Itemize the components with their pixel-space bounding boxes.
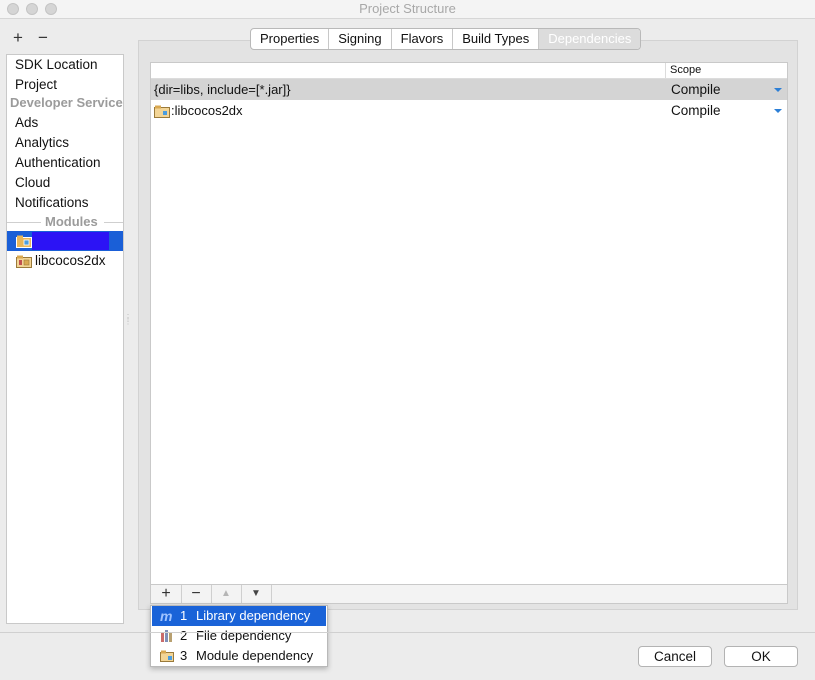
sidebar-item-sdk-location[interactable]: SDK Location <box>15 55 98 75</box>
menu-item-label: Module dependency <box>196 648 314 663</box>
sidebar-item-analytics[interactable]: Analytics <box>15 133 69 153</box>
remove-module-button[interactable]: − <box>38 29 48 46</box>
add-dependency-menu: m 1 Library dependency 2 File dependency… <box>150 605 328 667</box>
library-m-icon: m <box>160 608 173 624</box>
sidebar-item-notifications[interactable]: Notifications <box>15 193 89 213</box>
tab-signing[interactable]: Signing <box>329 29 392 49</box>
tab-properties[interactable]: Properties <box>251 29 330 49</box>
module-folder-icon <box>16 235 32 248</box>
developer-services-header: Developer Services <box>10 95 124 110</box>
divider <box>7 222 41 223</box>
add-module-button[interactable]: + <box>13 29 23 46</box>
menu-item-number: 2 <box>180 628 188 643</box>
dependency-name: {dir=libs, include=[*.jar]} <box>154 82 291 97</box>
cancel-button[interactable]: Cancel <box>638 646 712 667</box>
menu-item-library-dependency[interactable]: m 1 Library dependency <box>152 606 326 626</box>
remove-dependency-button[interactable]: − <box>181 585 212 603</box>
title-bar: Project Structure <box>0 0 815 19</box>
dependency-name: :libcocos2dx <box>171 103 243 118</box>
sidebar-item-project[interactable]: Project <box>15 75 57 95</box>
sidebar-item-ads[interactable]: Ads <box>15 113 38 133</box>
module-folder-icon <box>160 650 174 662</box>
tab-dependencies[interactable]: Dependencies <box>539 29 641 49</box>
sidebar: SDK Location Project Developer Services … <box>6 54 124 624</box>
menu-item-module-dependency[interactable]: 3 Module dependency <box>152 646 326 666</box>
scope-dropdown-icon[interactable] <box>774 109 782 113</box>
tab-flavors[interactable]: Flavors <box>392 29 454 49</box>
scope-value[interactable]: Compile <box>671 79 721 100</box>
modules-header-label: Modules <box>45 214 98 229</box>
module-folder-icon <box>154 105 170 118</box>
menu-item-number: 1 <box>180 608 188 623</box>
scope-column-header[interactable]: Scope <box>665 63 787 78</box>
module-label: libcocos2dx <box>35 253 106 268</box>
dependencies-toolbar: + − ▲ ▼ <box>150 584 788 604</box>
scope-value[interactable]: Compile <box>671 100 721 121</box>
move-down-button[interactable]: ▼ <box>241 585 272 603</box>
add-dependency-button[interactable]: + <box>151 585 182 603</box>
modules-header: Modules <box>7 213 123 231</box>
divider <box>104 222 123 223</box>
window-title: Project Structure <box>359 1 456 16</box>
ok-button[interactable]: OK <box>724 646 798 667</box>
sidebar-item-authentication[interactable]: Authentication <box>15 153 101 173</box>
dependencies-table: Scope {dir=libs, include=[*.jar]} Compil… <box>150 62 788 603</box>
splitter-handle[interactable]: ⋮ ⋮ <box>124 314 132 328</box>
table-row[interactable]: :libcocos2dx Compile <box>151 100 787 121</box>
move-up-button[interactable]: ▲ <box>211 585 242 603</box>
scope-dropdown-icon[interactable] <box>774 88 782 92</box>
sidebar-item-cloud[interactable]: Cloud <box>15 173 50 193</box>
tab-build-types[interactable]: Build Types <box>453 29 540 49</box>
menu-item-label: Library dependency <box>196 608 311 623</box>
menu-item-label: File dependency <box>196 628 292 643</box>
menu-item-file-dependency[interactable]: 2 File dependency <box>152 626 326 646</box>
menu-item-number: 3 <box>180 648 188 663</box>
sidebar-item-module-selected[interactable] <box>7 231 123 251</box>
module-name-redacted <box>32 232 109 250</box>
divider <box>0 632 815 633</box>
module-folder-icon <box>16 255 32 268</box>
tab-bar: Properties Signing Flavors Build Types D… <box>250 28 642 50</box>
table-row[interactable]: {dir=libs, include=[*.jar]} Compile <box>151 79 787 100</box>
